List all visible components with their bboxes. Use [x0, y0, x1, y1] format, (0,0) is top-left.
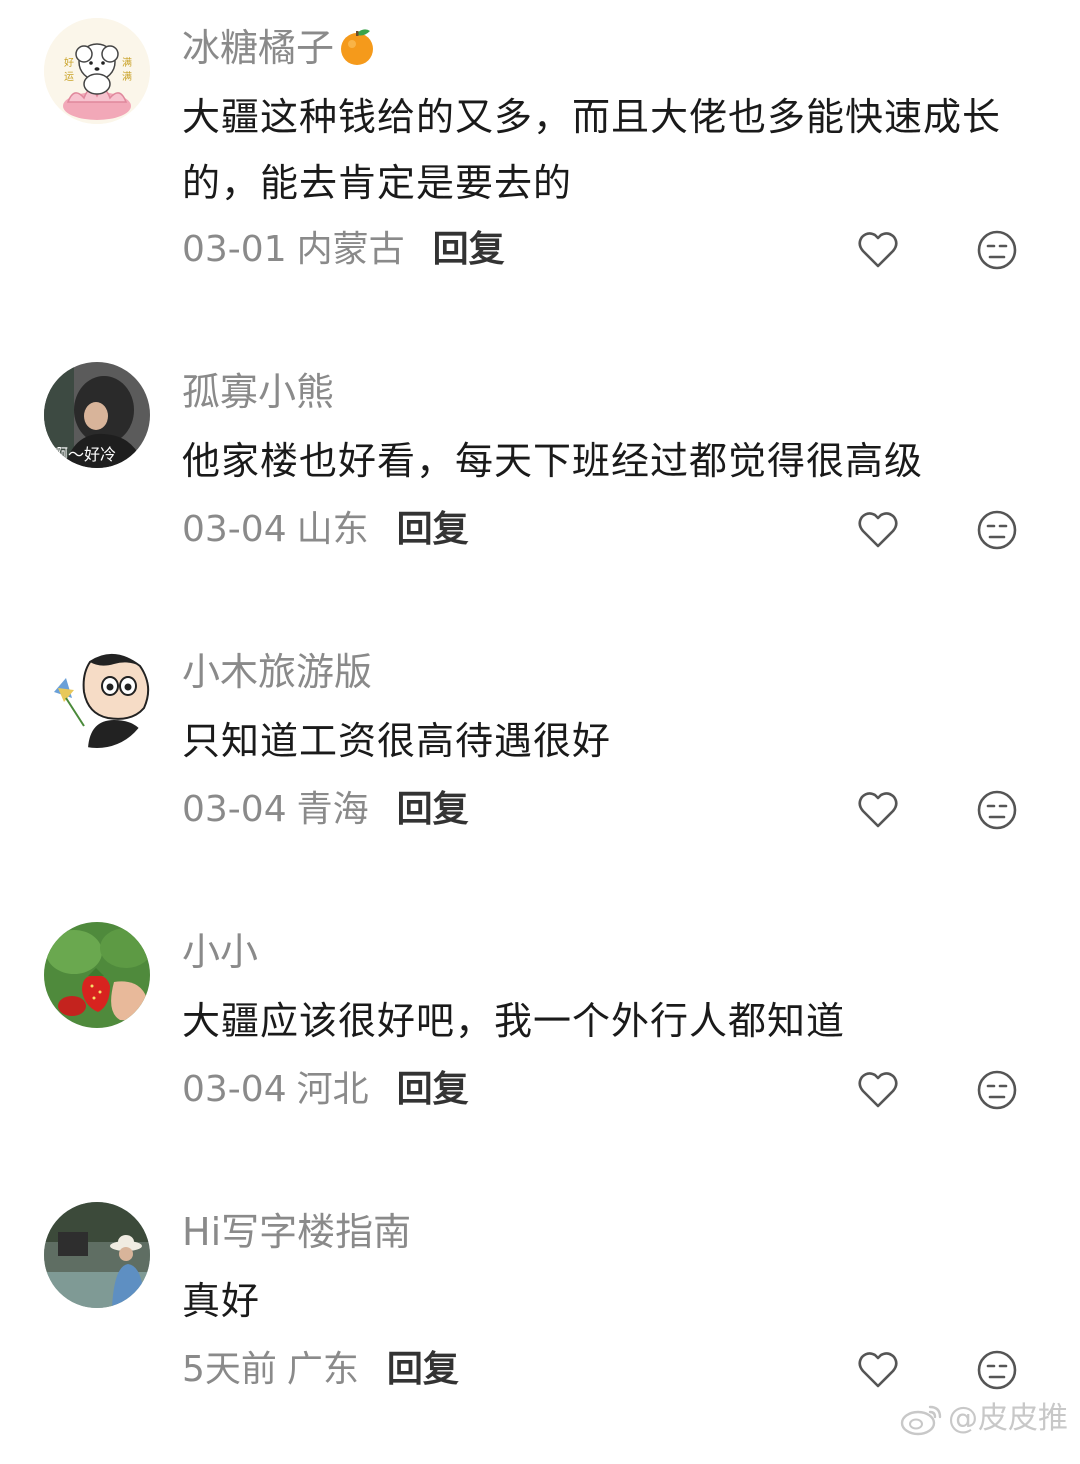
comment-region: 山东 [296, 509, 369, 550]
dislike-icon[interactable] [975, 1348, 1019, 1392]
svg-text:满: 满 [122, 71, 132, 83]
username[interactable]: Hi写字楼指南 [182, 1208, 411, 1256]
comment-meta: 5天前 广东 回复 [182, 1346, 459, 1394]
dislike-icon[interactable] [975, 788, 1019, 832]
dislike-icon[interactable] [975, 228, 1019, 272]
comment-date: 03-04 [182, 789, 287, 830]
comment-region: 广东 [286, 1349, 359, 1390]
svg-text:满: 满 [122, 57, 132, 69]
avatar[interactable]: 啊～好冷 [44, 362, 150, 468]
like-icon[interactable] [856, 508, 900, 552]
avatar[interactable] [44, 922, 150, 1028]
comment-region: 河北 [296, 1069, 369, 1110]
comment-text: 真好 [182, 1279, 261, 1323]
avatar-text: 好 [64, 57, 74, 69]
avatar[interactable]: 好 运 满 满 [44, 18, 150, 124]
comment-meta: 03-04 青海 回复 [182, 786, 469, 834]
comment-item: 好 运 满 满 冰糖橘子 大疆这种钱给的又多，而且大佬也多能快速成长的，能去肯定… [0, 0, 1080, 280]
like-icon[interactable] [856, 1348, 900, 1392]
watermark-text: @皮皮推 [948, 1401, 1068, 1436]
comment-text: 他家楼也好看，每天下班经过都觉得很高级 [182, 439, 924, 483]
comment-text: 大疆应该很好吧，我一个外行人都知道 [182, 999, 846, 1043]
orange-emoji-icon [341, 29, 374, 65]
avatar[interactable] [44, 1202, 150, 1308]
username[interactable]: 小木旅游版 [182, 648, 372, 696]
lakeside-avatar-image [44, 1202, 150, 1308]
comment-item: 小木旅游版 只知道工资很高待遇很好 03-04 青海 回复 [0, 624, 1080, 904]
username[interactable]: 冰糖橘子 [182, 24, 378, 72]
comment-meta: 03-04 山东 回复 [182, 506, 469, 554]
comment-date: 03-01 [182, 229, 287, 270]
comment-text: 只知道工资很高待遇很好 [182, 719, 612, 763]
like-icon[interactable] [856, 788, 900, 832]
avatar-text: 啊～好冷 [52, 445, 116, 464]
strawberry-avatar-image [44, 922, 150, 1028]
username[interactable]: 小小 [182, 928, 258, 976]
comment-date: 5天前 [182, 1349, 277, 1390]
comment-date: 03-04 [182, 509, 287, 550]
puppy-avatar-image: 好 运 满 满 [44, 18, 150, 124]
reply-button[interactable]: 回复 [397, 506, 469, 554]
reply-button[interactable]: 回复 [433, 226, 505, 274]
dislike-icon[interactable] [975, 1068, 1019, 1112]
comment-meta: 03-01 内蒙古 回复 [182, 226, 505, 274]
person-avatar-image: 啊～好冷 [44, 362, 150, 468]
reply-button[interactable]: 回复 [397, 1066, 469, 1114]
weibo-logo-icon [900, 1405, 942, 1436]
dislike-icon[interactable] [975, 508, 1019, 552]
comment-region: 青海 [296, 789, 369, 830]
comment-item: 小小 大疆应该很好吧，我一个外行人都知道 03-04 河北 回复 [0, 904, 1080, 1184]
comment-region: 内蒙古 [296, 229, 405, 270]
svg-text:运: 运 [64, 71, 74, 83]
comment-date: 03-04 [182, 1069, 287, 1110]
comment-meta: 03-04 河北 回复 [182, 1066, 469, 1114]
comment-item: 啊～好冷 孤寡小熊 他家楼也好看，每天下班经过都觉得很高级 03-04 山东 回… [0, 344, 1080, 624]
like-icon[interactable] [856, 1068, 900, 1112]
reply-button[interactable]: 回复 [397, 786, 469, 834]
avatar[interactable] [44, 642, 150, 748]
username[interactable]: 孤寡小熊 [182, 368, 334, 416]
watermark: @皮皮推 [900, 1399, 1068, 1439]
cartoon-boy-avatar-image [44, 642, 150, 748]
like-icon[interactable] [856, 228, 900, 272]
comment-text: 大疆这种钱给的又多，而且大佬也多能快速成长的，能去肯定是要去的 [182, 95, 1002, 205]
reply-button[interactable]: 回复 [387, 1346, 459, 1394]
